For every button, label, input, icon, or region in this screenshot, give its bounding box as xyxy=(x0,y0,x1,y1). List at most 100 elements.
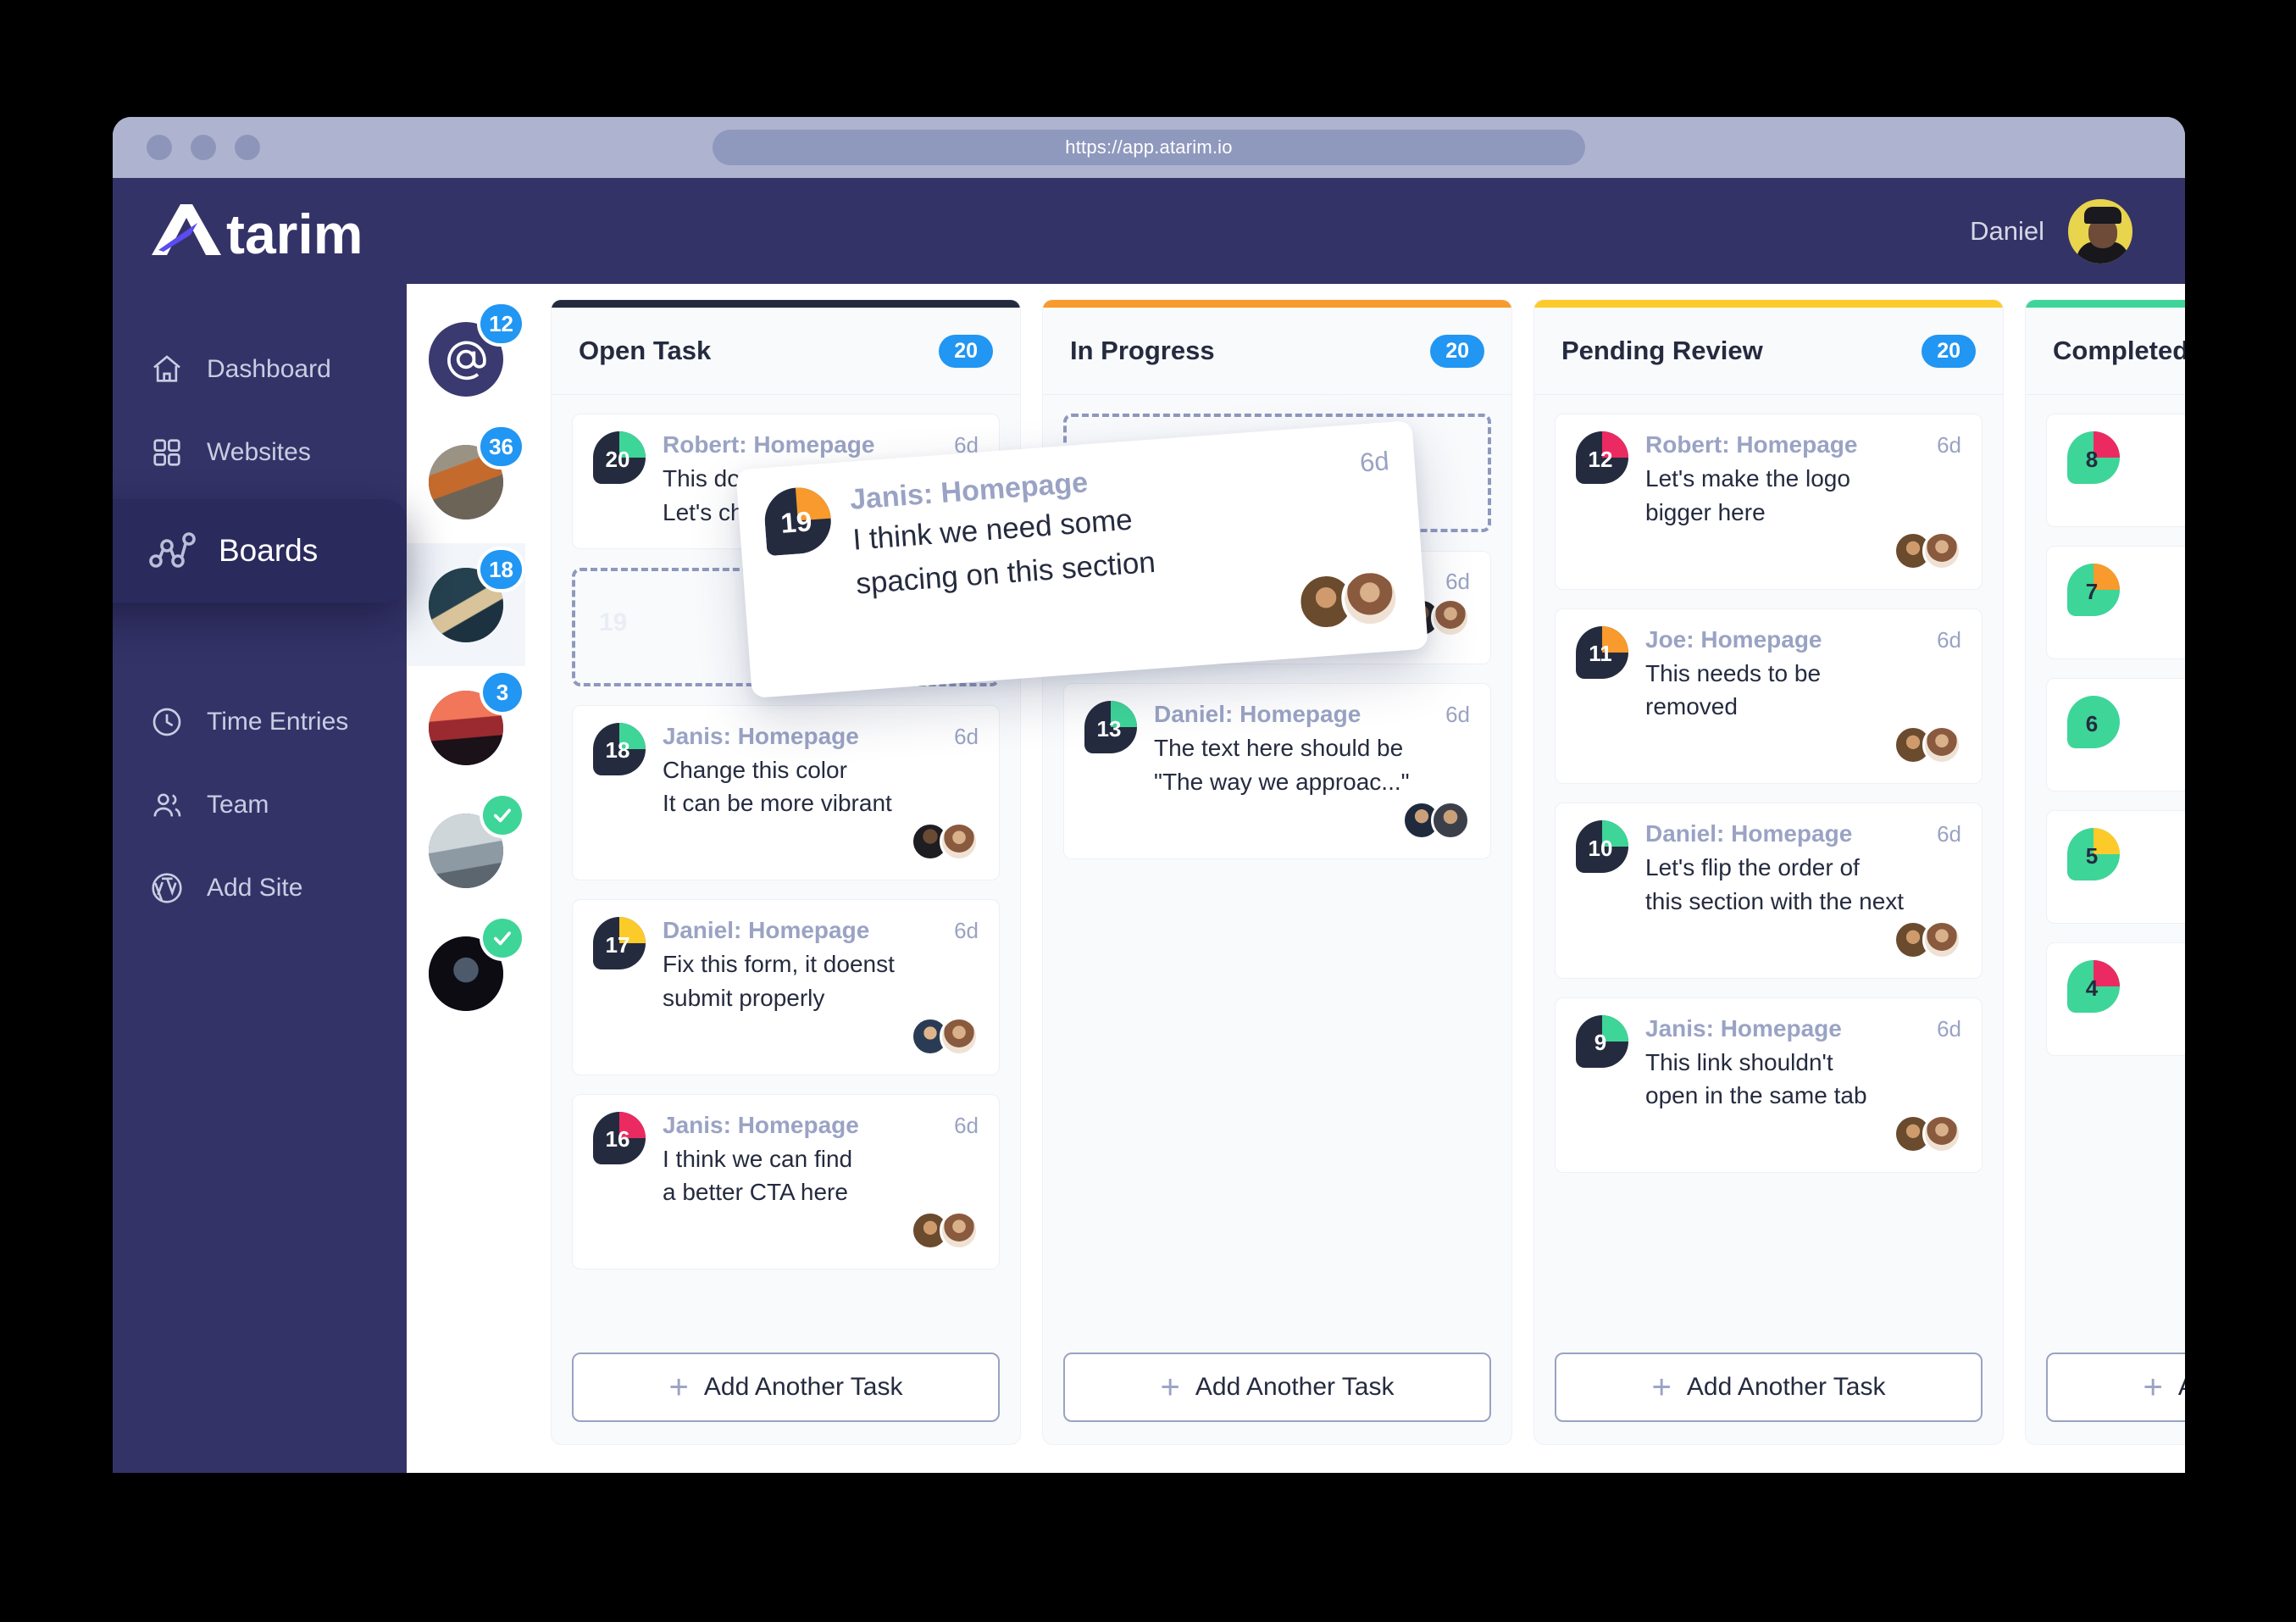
column-footer: + Add Another Task xyxy=(1534,1337,2003,1444)
task-card[interactable]: 4 xyxy=(2046,942,2185,1056)
task-badge: 10 xyxy=(1576,820,1628,873)
sidebar-item-websites[interactable]: Websites xyxy=(113,411,407,494)
user-menu[interactable]: Daniel xyxy=(1970,197,2134,265)
plus-icon: + xyxy=(1160,1369,1180,1406)
task-age: 6d xyxy=(1937,1015,1961,1042)
column-count-badge: 20 xyxy=(1922,334,1976,368)
add-another-task-button[interactable]: + Add Another Task xyxy=(1555,1353,1983,1422)
clock-icon xyxy=(149,704,185,740)
column-header: Pending Review 20 xyxy=(1534,308,2003,395)
column-footer: + Add Another Task xyxy=(552,1337,1020,1444)
column-title: Pending Review xyxy=(1561,336,1763,365)
avatar xyxy=(1431,800,1470,840)
assignee-avatars xyxy=(911,822,979,861)
task-age: 6d xyxy=(1937,821,1961,847)
task-age: 6d xyxy=(954,723,979,749)
task-card[interactable]: 5 xyxy=(2046,810,2185,924)
task-age: 6d xyxy=(1358,446,1390,478)
add-another-task-button[interactable]: + Add Another Task xyxy=(2046,1353,2185,1422)
rail-item-site-4[interactable] xyxy=(407,789,525,912)
task-card[interactable]: 16 Janis: Homepage 6d I think we can fin… xyxy=(572,1093,1000,1269)
plus-icon: + xyxy=(2143,1369,2163,1406)
task-id: 17 xyxy=(605,931,630,958)
column-accent-bar xyxy=(2026,300,2185,308)
column-footer: + Add Another Task xyxy=(2026,1337,2185,1444)
sidebar-item-dashboard[interactable]: Dashboard xyxy=(113,328,407,411)
rail-item-site-2[interactable]: 18 xyxy=(407,543,525,666)
avatar xyxy=(1922,725,1961,764)
url-bar[interactable]: https://app.atarim.io xyxy=(713,130,1585,165)
task-title: Daniel: Homepage xyxy=(1645,820,1853,847)
kanban-column-completed: Completed 8 7 6 5 4 + xyxy=(2025,299,2185,1445)
task-text: Change this color It can be more vibrant xyxy=(663,756,892,817)
task-card[interactable]: 6 xyxy=(2046,678,2185,792)
sidebar-item-label: Boards xyxy=(219,533,319,568)
task-badge: 4 xyxy=(2067,960,2120,1013)
task-id: 16 xyxy=(605,1126,630,1152)
task-card[interactable]: 12 Robert: Homepage 6d Let's make the lo… xyxy=(1555,414,1983,590)
avatar xyxy=(1922,1114,1961,1153)
task-card[interactable]: 8 xyxy=(2046,414,2185,527)
rail-item-site-5[interactable] xyxy=(407,912,525,1035)
assignee-avatars xyxy=(1295,567,1401,633)
task-card[interactable]: 9 Janis: Homepage 6d This link shouldn't… xyxy=(1555,997,1983,1173)
task-card[interactable]: 13 Daniel: Homepage 6d The text here sho… xyxy=(1063,683,1491,859)
task-badge: 19 xyxy=(763,485,834,557)
task-id: 7 xyxy=(2085,578,2099,604)
sidebar-item-time-entries[interactable]: Time Entries xyxy=(113,680,407,764)
add-task-label: Add Another Task xyxy=(1195,1373,1395,1401)
avatar xyxy=(940,1211,979,1250)
window-maximize-dot[interactable] xyxy=(235,135,260,160)
task-badge: 18 xyxy=(593,722,646,775)
sidebar-item-label: Time Entries xyxy=(207,708,349,736)
task-card[interactable]: 17 Daniel: Homepage 6d Fix this form, it… xyxy=(572,899,1000,1075)
task-id: 12 xyxy=(1588,446,1613,472)
assignee-avatars xyxy=(1894,919,1961,959)
task-text: Let's flip the order of this section wit… xyxy=(1645,854,1905,914)
add-another-task-button[interactable]: + Add Another Task xyxy=(1063,1353,1491,1422)
task-card[interactable]: 10 Daniel: Homepage 6d Let's flip the or… xyxy=(1555,803,1983,979)
assignee-avatars xyxy=(911,1211,979,1250)
assignee-avatars xyxy=(1402,800,1470,840)
task-id: 6 xyxy=(2085,710,2099,736)
add-task-label: Add Another Task xyxy=(703,1373,903,1401)
add-task-label: Add Another Task xyxy=(1686,1373,1886,1401)
rail-item-mentions[interactable]: 12 xyxy=(407,297,525,420)
task-badge: 12 xyxy=(1576,431,1628,484)
task-card[interactable]: 18 Janis: Homepage 6d Change this color … xyxy=(572,704,1000,880)
sidebar-item-label: Dashboard xyxy=(207,355,331,383)
task-card[interactable]: 7 xyxy=(2046,546,2185,659)
grid-icon xyxy=(149,435,185,470)
add-task-label: Add Another Task xyxy=(2178,1373,2185,1402)
boards-icon xyxy=(149,529,197,573)
user-name: Daniel xyxy=(1970,215,2044,246)
task-title: Robert: Homepage xyxy=(1645,431,1858,458)
assignee-avatars xyxy=(911,1016,979,1056)
task-title: Joe: Homepage xyxy=(1645,625,1822,653)
task-card[interactable]: 11 Joe: Homepage 6d This needs to be rem… xyxy=(1555,608,1983,784)
drop-placeholder-ghost-id: 19 xyxy=(599,608,628,636)
task-badge: 17 xyxy=(593,917,646,969)
avatar[interactable] xyxy=(2066,197,2134,265)
sidebar-item-boards[interactable]: Boards xyxy=(113,499,407,603)
avatar xyxy=(1922,919,1961,959)
atarim-logo[interactable]: tarim xyxy=(148,201,394,262)
column-card-list: 12 Robert: Homepage 6d Let's make the lo… xyxy=(1534,395,2003,1337)
column-accent-bar xyxy=(552,300,1020,308)
window-close-dot[interactable] xyxy=(147,135,172,160)
rail-item-site-3[interactable]: 3 xyxy=(407,666,525,789)
avatar xyxy=(1431,598,1470,637)
sidebar-item-label: Websites xyxy=(207,438,311,466)
task-id: 19 xyxy=(779,505,813,539)
add-another-task-button[interactable]: + Add Another Task xyxy=(572,1353,1000,1422)
assignee-avatars xyxy=(1894,530,1961,570)
task-badge: 9 xyxy=(1576,1014,1628,1068)
sidebar-item-team[interactable]: Team xyxy=(113,764,407,847)
window-minimize-dot[interactable] xyxy=(191,135,216,160)
column-accent-bar xyxy=(1043,300,1511,308)
column-header: Open Task 20 xyxy=(552,308,1020,395)
sidebar-item-add-site[interactable]: Add Site xyxy=(113,847,407,930)
rail-item-site-1[interactable]: 36 xyxy=(407,420,525,543)
column-card-list: 8 7 6 5 4 xyxy=(2026,395,2185,1337)
task-badge: 16 xyxy=(593,1111,646,1164)
